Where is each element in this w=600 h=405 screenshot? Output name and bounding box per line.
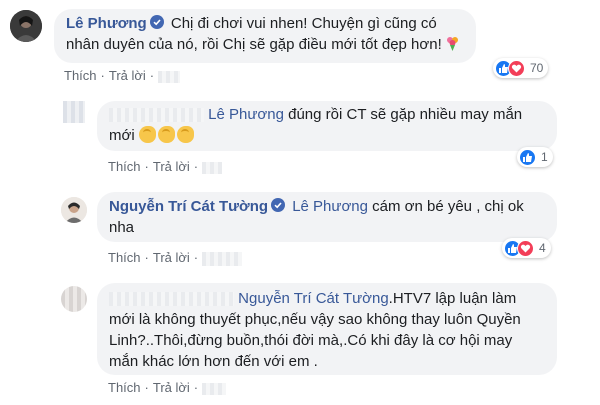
separator-dot: · [144, 380, 149, 395]
like-action-link[interactable]: Thích [108, 250, 141, 265]
separator-dot: · [193, 159, 199, 174]
like-action-link[interactable]: Thích [108, 380, 141, 395]
avatar-le-phuong[interactable] [10, 10, 42, 42]
separator-dot: · [100, 68, 105, 83]
like-action-link[interactable]: Thích [108, 159, 141, 174]
like-action-link[interactable]: Thích [64, 68, 97, 83]
reactions-summary[interactable]: 1 [517, 147, 553, 167]
blurred-author-name [109, 292, 234, 307]
reply-action-link[interactable]: Trả lời [153, 250, 190, 265]
blurred-timestamp [202, 382, 227, 395]
reply-action-link[interactable]: Trả lời [109, 68, 146, 83]
separator-dot: · [193, 380, 199, 395]
avatar-le-phuong-image [10, 10, 42, 42]
comment-bubble: Lê Phương đúng rồi CT sẽ gặp nhiều may m… [97, 101, 557, 151]
comment-actions: Thích · Trả lời · [64, 68, 181, 83]
love-reaction-icon [508, 59, 525, 77]
comment-actions: Thích · Trả lời · [108, 250, 243, 266]
reply-action-link[interactable]: Trả lời [153, 159, 190, 174]
verified-badge-icon [149, 15, 164, 29]
avatar-cat-tuong[interactable] [61, 197, 87, 223]
verified-badge-icon [271, 198, 286, 212]
like-reaction-icon [519, 148, 536, 166]
separator-dot: · [149, 68, 155, 83]
comment-bubble: Lê Phương Chị đi chơi vui nhen! Chuyện g… [54, 9, 476, 63]
comment-actions: Thích · Trả lời · [108, 159, 223, 174]
mention-tag-link[interactable]: Lê Phương [208, 106, 284, 123]
separator-dot: · [144, 159, 149, 174]
flexed-biceps-emoji-icon [138, 126, 196, 144]
blurred-timestamp [202, 251, 243, 266]
mention-tag-link[interactable]: Nguyễn Trí Cát Tường [238, 290, 389, 307]
mention-tag-link[interactable]: Lê Phương [292, 198, 368, 215]
reaction-count: 4 [539, 241, 546, 255]
avatar-cat-tuong-image [61, 197, 87, 223]
comment-actions: Thích · Trả lời · [108, 380, 227, 395]
blurred-timestamp [158, 70, 181, 83]
separator-dot: · [144, 250, 149, 265]
comment-bubble: Nguyễn Trí Cát Tường Lê Phương cám ơn bé… [97, 192, 557, 242]
blurred-author-name [109, 108, 204, 123]
separator-dot: · [193, 250, 199, 265]
reaction-count: 70 [530, 61, 544, 75]
reaction-count: 1 [541, 150, 548, 164]
bouquet-emoji-icon [445, 36, 460, 52]
author-name-link[interactable]: Lê Phương [66, 15, 147, 32]
reply-action-link[interactable]: Trả lời [153, 380, 190, 395]
author-name-link[interactable]: Nguyễn Trí Cát Tường [109, 198, 268, 215]
reactions-summary[interactable]: 4 [502, 238, 551, 258]
reactions-summary[interactable]: 70 [493, 58, 549, 78]
avatar-blurred[interactable] [61, 286, 87, 312]
avatar-blurred[interactable] [63, 101, 85, 123]
comment-bubble: Nguyễn Trí Cát Tường.HTV7 lập luận làm m… [97, 283, 557, 375]
blurred-timestamp [202, 161, 223, 174]
love-reaction-icon [517, 239, 534, 257]
